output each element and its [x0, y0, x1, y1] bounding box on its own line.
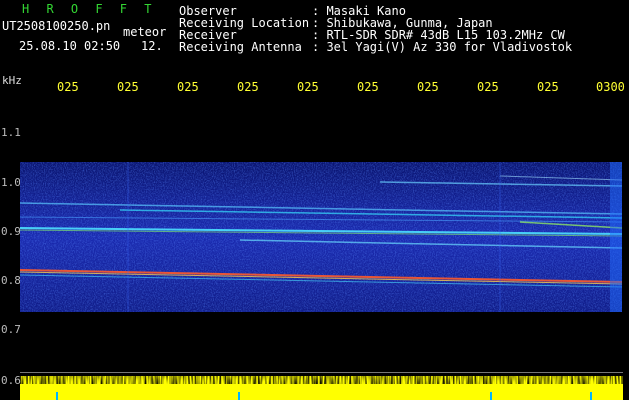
signal-level-bar: [20, 376, 623, 400]
count-value: 12.: [141, 39, 163, 53]
time-tick: 025: [477, 80, 499, 94]
freq-tick: 0.9: [1, 225, 21, 238]
time-tick: 025: [117, 80, 139, 94]
time-tick: 0300: [596, 80, 625, 94]
app-title: H R O F F T: [22, 2, 157, 16]
separator-line: [20, 372, 623, 373]
time-tick: 025: [357, 80, 379, 94]
freq-tick: 1.1: [1, 126, 21, 139]
freq-tick: 0.8: [1, 274, 21, 287]
time-tick: 025: [417, 80, 439, 94]
date-time: 25.08.10 02:50: [19, 39, 121, 53]
time-tick: 025: [537, 80, 559, 94]
time-tick: 025: [237, 80, 259, 94]
time-axis: 025 025 025 025 025 025 025 025 025 0300: [0, 70, 629, 98]
time-tick: 025: [57, 80, 79, 94]
antenna-value: : 3el Yagi(V) Az 330 for Vladivostok: [312, 40, 573, 54]
file-name: UT2508100250.pn: [2, 19, 111, 33]
freq-tick: 0.6: [1, 374, 21, 387]
mode-label: meteor: [123, 25, 167, 39]
freq-tick: 0.7: [1, 323, 21, 336]
spectrogram: [20, 162, 622, 312]
antenna-label: Receiving Antenna: [179, 40, 302, 54]
time-tick: 025: [177, 80, 199, 94]
freq-tick: 1.0: [1, 176, 21, 189]
time-tick: 025: [297, 80, 319, 94]
